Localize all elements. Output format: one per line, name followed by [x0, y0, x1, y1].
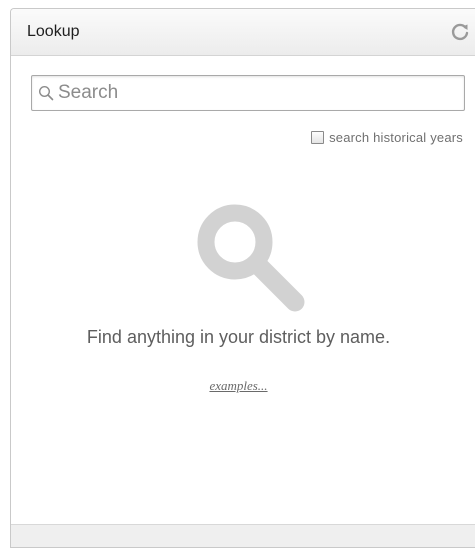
refresh-icon[interactable]: [449, 21, 471, 43]
historical-years-option[interactable]: search historical years: [311, 130, 463, 145]
panel-title: Lookup: [27, 23, 80, 40]
search-icon: [38, 85, 55, 102]
search-input[interactable]: [58, 79, 458, 107]
panel-header: Lookup: [11, 9, 475, 56]
panel-footer: [11, 524, 475, 547]
historical-years-checkbox[interactable]: [311, 131, 325, 144]
historical-years-label: search historical years: [329, 130, 463, 145]
lookup-panel: Lookup search historical years Find anyt…: [10, 8, 475, 548]
examples-link[interactable]: examples...: [11, 378, 466, 394]
magnifier-icon: [187, 194, 319, 326]
search-field[interactable]: [31, 75, 465, 111]
empty-state-message: Find anything in your district by name.: [86, 327, 391, 347]
